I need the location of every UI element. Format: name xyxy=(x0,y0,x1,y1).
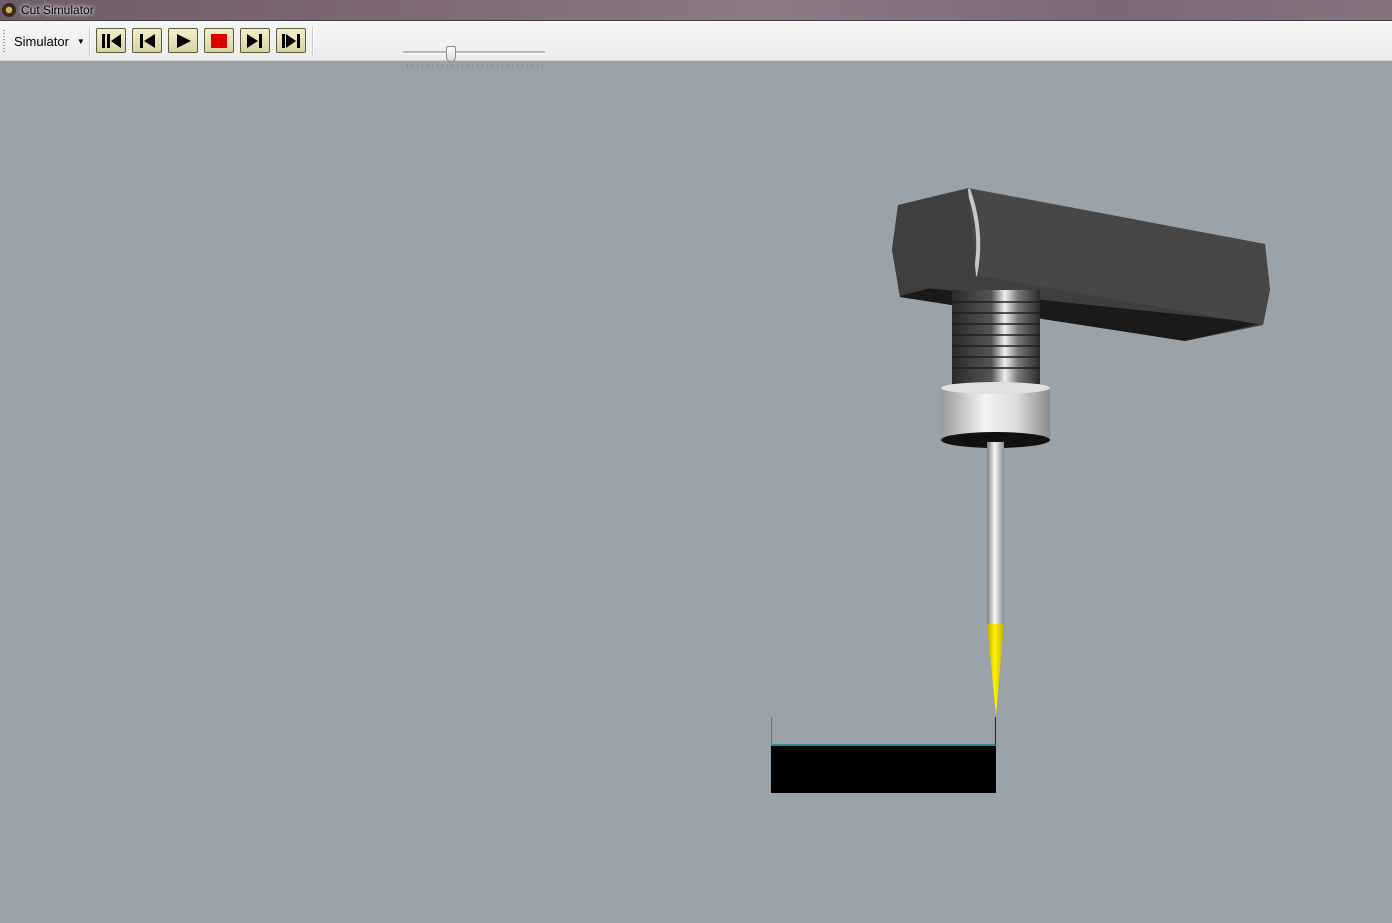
simulation-scene xyxy=(771,188,1270,793)
play-button[interactable] xyxy=(168,28,198,53)
spindle-motor xyxy=(952,290,1040,384)
toolbar: Simulator ▼ xyxy=(0,21,1392,68)
cutting-tool xyxy=(987,442,1004,716)
chevron-down-icon: ▼ xyxy=(76,36,85,46)
simulator-menu[interactable]: Simulator ▼ xyxy=(10,31,89,51)
slider-thumb[interactable] xyxy=(446,46,456,62)
step-back-icon xyxy=(140,33,155,48)
step-forward-button[interactable] xyxy=(240,28,270,53)
title-bar: Cut Simulator xyxy=(0,0,1392,21)
rewind-to-start-icon xyxy=(102,33,121,48)
app-icon[interactable] xyxy=(2,3,16,17)
step-back-button[interactable] xyxy=(132,28,162,53)
toolbar-separator xyxy=(312,27,314,55)
stop-button[interactable] xyxy=(204,28,234,53)
rewind-button[interactable] xyxy=(96,28,126,53)
fast-forward-button[interactable] xyxy=(276,28,306,53)
window-title: Cut Simulator xyxy=(21,3,94,17)
stop-icon xyxy=(211,33,227,48)
fast-forward-to-end-icon xyxy=(282,33,300,48)
simulation-viewport[interactable] xyxy=(0,61,1392,918)
play-icon xyxy=(177,33,191,48)
step-forward-icon xyxy=(247,33,262,48)
simulator-menu-label: Simulator xyxy=(14,33,69,49)
workpiece xyxy=(771,717,996,793)
spindle-housing xyxy=(892,188,1270,341)
spindle-collar xyxy=(941,382,1050,448)
slider-track[interactable] xyxy=(403,51,545,54)
toolbar-grip[interactable] xyxy=(3,30,5,52)
toolbar-separator xyxy=(89,27,91,55)
